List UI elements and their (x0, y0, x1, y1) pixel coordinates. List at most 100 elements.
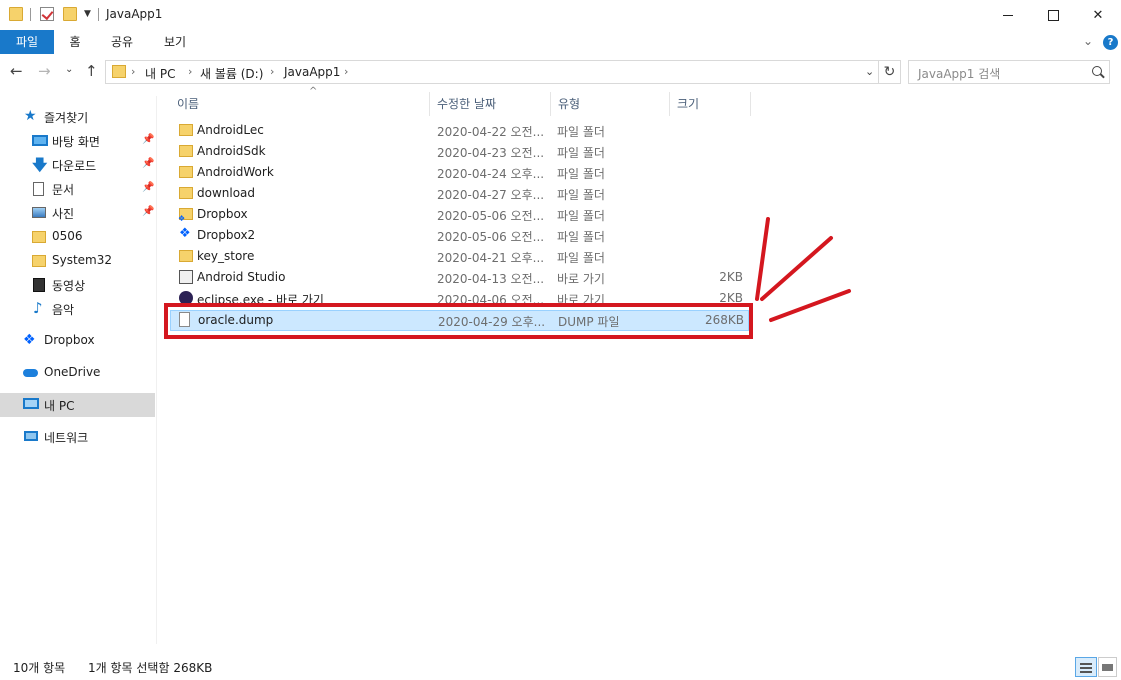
file-name: key_store (197, 249, 255, 263)
tab-share[interactable]: 공유 (102, 30, 142, 54)
sidebar-item-documents[interactable]: 문서 📌 (0, 177, 155, 201)
file-row-android-studio[interactable]: Android Studio 2020-04-13 오전... 바로 가기 2K… (170, 267, 749, 288)
breadcrumb-separator[interactable]: › (270, 65, 274, 78)
file-row-oracle-dump[interactable]: oracle.dump 2020-04-29 오후... DUMP 파일 268… (170, 310, 749, 331)
sort-ascending-icon: ^ (309, 86, 318, 97)
search-icon[interactable] (1092, 66, 1102, 76)
sidebar-item-pictures[interactable]: 사진 📌 (0, 201, 155, 225)
breadcrumb-separator[interactable]: › (344, 65, 348, 78)
column-header-size[interactable]: 크기 (670, 92, 750, 116)
window-title: JavaApp1 (106, 7, 163, 21)
folder-icon (9, 7, 23, 21)
minimize-button[interactable] (985, 0, 1031, 30)
tab-view[interactable]: 보기 (155, 30, 195, 54)
pin-icon[interactable]: 📌 (142, 182, 154, 193)
file-name: eclipse.exe - 바로 가기 (197, 293, 324, 307)
column-header-name[interactable]: ^ 이름 (170, 86, 428, 116)
folder-icon (179, 250, 193, 262)
sidebar-item-dropbox[interactable]: ❖ Dropbox (0, 329, 155, 353)
back-arrow-icon[interactable]: ← (10, 62, 23, 80)
column-header-label: 이름 (177, 97, 200, 111)
file-type: 파일 폴더 (557, 188, 605, 202)
column-header-type[interactable]: 유형 (551, 92, 669, 116)
ribbon-expand-chevron-icon[interactable]: ⌄ (1083, 34, 1093, 48)
document-icon (33, 182, 44, 196)
address-dropdown-chevron-icon[interactable]: ⌄ (865, 65, 874, 78)
file-row-androidsdk[interactable]: AndroidSdk 2020-04-23 오전... 파일 폴더 (170, 141, 749, 162)
up-arrow-icon[interactable]: ↑ (85, 62, 98, 80)
refresh-icon[interactable]: ↻ (879, 60, 901, 84)
column-divider[interactable] (750, 92, 751, 116)
tab-file[interactable]: 파일 (0, 30, 54, 54)
properties-check-icon[interactable] (40, 7, 54, 21)
sidebar-item-label: 동영상 (52, 279, 86, 293)
address-bar[interactable]: › 내 PC › 새 볼륨 (D:) › JavaApp1 › ⌄ (105, 60, 879, 84)
pin-icon[interactable]: 📌 (142, 206, 154, 217)
file-date: 2020-04-27 오후... (437, 188, 545, 202)
onedrive-icon (23, 369, 38, 377)
sidebar-item-network[interactable]: 네트워크 (0, 425, 155, 449)
maximize-button[interactable] (1030, 0, 1076, 30)
sidebar-item-onedrive[interactable]: OneDrive (0, 361, 155, 385)
file-name: AndroidSdk (197, 144, 266, 158)
breadcrumb-this-pc[interactable]: 내 PC (145, 65, 175, 82)
sidebar-item-desktop[interactable]: 바탕 화면 📌 (0, 129, 155, 153)
tab-home[interactable]: 홈 (58, 30, 92, 54)
sidebar-item-music[interactable]: ♪ 음악 (0, 297, 155, 321)
close-button[interactable]: ✕ (1075, 0, 1121, 30)
file-row-androidwork[interactable]: AndroidWork 2020-04-24 오후... 파일 폴더 (170, 162, 749, 183)
network-icon (24, 431, 38, 441)
download-icon: 🡇 (32, 156, 48, 174)
file-row-key-store[interactable]: key_store 2020-04-21 오후... 파일 폴더 (170, 246, 749, 267)
file-icon (179, 312, 190, 327)
dropbox-icon: ❖ (23, 332, 36, 348)
details-view-icon[interactable] (1075, 657, 1097, 677)
sidebar-item-downloads[interactable]: 🡇 다운로드 📌 (0, 153, 155, 177)
file-size: 268KB (704, 313, 744, 327)
large-icons-view-icon[interactable] (1098, 657, 1117, 677)
file-type: 바로 가기 (557, 272, 605, 286)
ribbon-tabs: 파일 홈 공유 보기 ⌄ ? (0, 30, 1121, 54)
recent-locations-chevron-icon[interactable]: ⌄ (65, 64, 73, 75)
breadcrumb-separator[interactable]: › (131, 65, 135, 78)
breadcrumb-separator[interactable]: › (188, 65, 192, 78)
file-type: 파일 폴더 (557, 125, 605, 139)
sidebar-item-quick-access[interactable]: ★ 즐겨찾기 (0, 105, 155, 129)
breadcrumb-volume-d[interactable]: 새 볼륨 (D:) (200, 65, 263, 82)
file-date: 2020-04-23 오전... (437, 146, 545, 160)
file-type: 파일 폴더 (557, 146, 605, 160)
navigation-bar: ← → ⌄ ↑ › 내 PC › 새 볼륨 (D:) › JavaApp1 › … (0, 58, 1121, 88)
sidebar-item-system32[interactable]: System32 (0, 249, 155, 273)
forward-arrow-icon[interactable]: → (38, 62, 51, 80)
sidebar-item-this-pc[interactable]: 내 PC (0, 393, 155, 417)
sidebar-item-label: System32 (52, 253, 113, 267)
quick-access-dropdown-icon[interactable]: ▼ (84, 9, 91, 19)
status-bar: 10개 항목 1개 항목 선택함 268KB (0, 652, 1121, 680)
folder-icon (179, 187, 193, 199)
music-icon: ♪ (33, 299, 43, 317)
pin-icon[interactable]: 📌 (142, 158, 154, 169)
sidebar-item-0506[interactable]: 0506 (0, 225, 155, 249)
separator (98, 8, 99, 21)
navigation-pane: ★ 즐겨찾기 바탕 화면 📌 🡇 다운로드 📌 문서 📌 사진 📌 0506 S… (0, 96, 157, 644)
file-type: 파일 폴더 (557, 251, 605, 265)
file-date: 2020-04-21 오후... (437, 251, 545, 265)
file-row-download[interactable]: download 2020-04-27 오후... 파일 폴더 (170, 183, 749, 204)
file-row-dropbox[interactable]: ❖ Dropbox 2020-05-06 오전... 파일 폴더 (170, 204, 749, 225)
folder-icon (32, 255, 46, 267)
folder-dropbox-icon: ❖ (178, 208, 193, 223)
separator (30, 8, 31, 21)
file-row-androidlec[interactable]: AndroidLec 2020-04-22 오전... 파일 폴더 (170, 120, 749, 141)
sidebar-item-videos[interactable]: 동영상 (0, 273, 155, 297)
help-icon[interactable]: ? (1103, 35, 1118, 50)
breadcrumb-javaapp1[interactable]: JavaApp1 (284, 65, 340, 79)
file-row-eclipse-shortcut[interactable]: eclipse.exe - 바로 가기 2020-04-06 오전... 바로 … (170, 288, 749, 309)
pin-icon[interactable]: 📌 (142, 134, 154, 145)
file-row-dropbox2[interactable]: ❖ Dropbox2 2020-05-06 오전... 파일 폴더 (170, 225, 749, 246)
column-header-date[interactable]: 수정한 날짜 (430, 92, 550, 116)
shortcut-icon (179, 270, 193, 284)
file-name: AndroidWork (197, 165, 274, 179)
new-folder-icon[interactable] (63, 7, 77, 21)
sidebar-item-label: 바탕 화면 (52, 135, 100, 149)
search-input[interactable]: JavaApp1 검색 (908, 60, 1110, 84)
